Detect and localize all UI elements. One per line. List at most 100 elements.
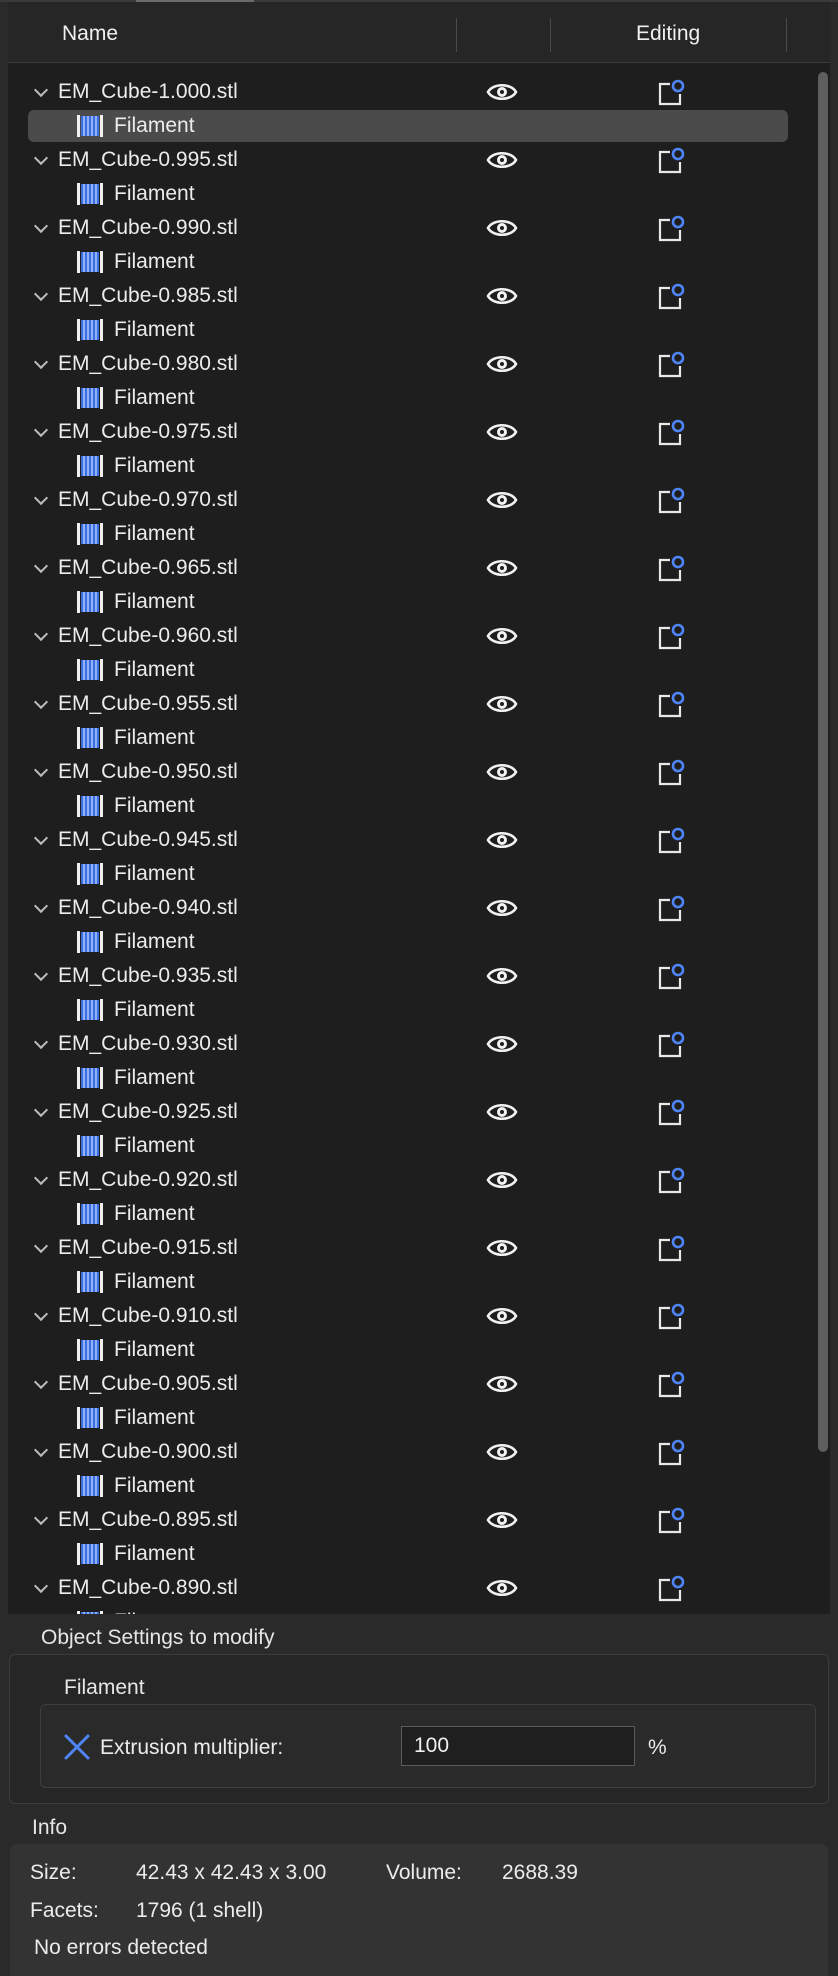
chevron-down-icon[interactable]: [33, 1578, 49, 1594]
object-row[interactable]: EM_Cube-0.910.stl: [8, 1300, 816, 1334]
object-row[interactable]: EM_Cube-0.925.stl: [8, 1096, 816, 1130]
object-row[interactable]: EM_Cube-0.955.stl: [8, 688, 816, 722]
column-editing-header[interactable]: Editing: [636, 22, 700, 46]
eye-icon[interactable]: [486, 761, 518, 783]
object-row[interactable]: EM_Cube-0.985.stl: [8, 280, 816, 314]
column-divider[interactable]: [456, 18, 457, 52]
filament-row[interactable]: Filament: [8, 1266, 816, 1300]
edit-settings-icon[interactable]: [656, 282, 686, 312]
object-row[interactable]: EM_Cube-0.995.stl: [8, 144, 816, 178]
chevron-down-icon[interactable]: [33, 966, 49, 982]
chevron-down-icon[interactable]: [33, 1034, 49, 1050]
eye-icon[interactable]: [486, 285, 518, 307]
eye-icon[interactable]: [486, 625, 518, 647]
chevron-down-icon[interactable]: [33, 558, 49, 574]
chevron-down-icon[interactable]: [33, 422, 49, 438]
eye-icon[interactable]: [486, 81, 518, 103]
filament-row[interactable]: Filament: [8, 858, 816, 892]
eye-icon[interactable]: [486, 897, 518, 919]
chevron-down-icon[interactable]: [33, 898, 49, 914]
chevron-down-icon[interactable]: [33, 490, 49, 506]
filament-row[interactable]: Filament: [8, 1062, 816, 1096]
chevron-down-icon[interactable]: [33, 694, 49, 710]
edit-settings-icon[interactable]: [656, 146, 686, 176]
filament-row[interactable]: Filament: [8, 1402, 816, 1436]
eye-icon[interactable]: [486, 1169, 518, 1191]
edit-settings-icon[interactable]: [656, 1370, 686, 1400]
object-row[interactable]: EM_Cube-0.905.stl: [8, 1368, 816, 1402]
edit-settings-icon[interactable]: [656, 1574, 686, 1604]
object-row[interactable]: EM_Cube-0.900.stl: [8, 1436, 816, 1470]
chevron-down-icon[interactable]: [33, 354, 49, 370]
object-row[interactable]: EM_Cube-0.975.stl: [8, 416, 816, 450]
eye-icon[interactable]: [486, 557, 518, 579]
edit-settings-icon[interactable]: [656, 758, 686, 788]
edit-settings-icon[interactable]: [656, 1030, 686, 1060]
scrollbar-thumb[interactable]: [818, 72, 828, 1452]
chevron-down-icon[interactable]: [33, 1510, 49, 1526]
chevron-down-icon[interactable]: [33, 762, 49, 778]
filament-row[interactable]: Filament: [8, 110, 816, 144]
column-name-header[interactable]: Name: [62, 22, 118, 46]
edit-settings-icon[interactable]: [656, 1438, 686, 1468]
chevron-down-icon[interactable]: [33, 1306, 49, 1322]
chevron-down-icon[interactable]: [33, 82, 49, 98]
object-row[interactable]: EM_Cube-0.920.stl: [8, 1164, 816, 1198]
filament-row[interactable]: Filament: [8, 314, 816, 348]
eye-icon[interactable]: [486, 149, 518, 171]
filament-row[interactable]: Filament: [8, 654, 816, 688]
filament-row[interactable]: Filament: [8, 1606, 816, 1614]
filament-row[interactable]: Filament: [8, 994, 816, 1028]
filament-row[interactable]: Filament: [8, 1198, 816, 1232]
object-row[interactable]: EM_Cube-0.970.stl: [8, 484, 816, 518]
edit-settings-icon[interactable]: [656, 350, 686, 380]
object-row[interactable]: EM_Cube-0.990.stl: [8, 212, 816, 246]
filament-row[interactable]: Filament: [8, 1470, 816, 1504]
eye-icon[interactable]: [486, 829, 518, 851]
object-row[interactable]: EM_Cube-0.960.stl: [8, 620, 816, 654]
edit-settings-icon[interactable]: [656, 78, 686, 108]
column-divider[interactable]: [786, 18, 787, 52]
eye-icon[interactable]: [486, 217, 518, 239]
chevron-down-icon[interactable]: [33, 1238, 49, 1254]
object-row[interactable]: EM_Cube-0.980.stl: [8, 348, 816, 382]
object-row[interactable]: EM_Cube-0.935.stl: [8, 960, 816, 994]
object-row[interactable]: EM_Cube-0.930.stl: [8, 1028, 816, 1062]
filament-row[interactable]: Filament: [8, 450, 816, 484]
object-row[interactable]: EM_Cube-0.940.stl: [8, 892, 816, 926]
object-row[interactable]: EM_Cube-0.895.stl: [8, 1504, 816, 1538]
eye-icon[interactable]: [486, 1577, 518, 1599]
filament-row[interactable]: Filament: [8, 178, 816, 212]
filament-row[interactable]: Filament: [8, 382, 816, 416]
chevron-down-icon[interactable]: [33, 1102, 49, 1118]
eye-icon[interactable]: [486, 1373, 518, 1395]
object-row[interactable]: EM_Cube-0.890.stl: [8, 1572, 816, 1606]
eye-icon[interactable]: [486, 421, 518, 443]
chevron-down-icon[interactable]: [33, 830, 49, 846]
chevron-down-icon[interactable]: [33, 626, 49, 642]
object-row[interactable]: EM_Cube-0.945.stl: [8, 824, 816, 858]
filament-row[interactable]: Filament: [8, 790, 816, 824]
chevron-down-icon[interactable]: [33, 150, 49, 166]
edit-settings-icon[interactable]: [656, 214, 686, 244]
edit-settings-icon[interactable]: [656, 1098, 686, 1128]
eye-icon[interactable]: [486, 489, 518, 511]
edit-settings-icon[interactable]: [656, 554, 686, 584]
filament-row[interactable]: Filament: [8, 722, 816, 756]
edit-settings-icon[interactable]: [656, 1166, 686, 1196]
edit-settings-icon[interactable]: [656, 418, 686, 448]
eye-icon[interactable]: [486, 1033, 518, 1055]
chevron-down-icon[interactable]: [33, 286, 49, 302]
edit-settings-icon[interactable]: [656, 690, 686, 720]
chevron-down-icon[interactable]: [33, 1170, 49, 1186]
extrusion-multiplier-input[interactable]: [401, 1726, 635, 1766]
edit-settings-icon[interactable]: [656, 1302, 686, 1332]
eye-icon[interactable]: [486, 1305, 518, 1327]
chevron-down-icon[interactable]: [33, 1442, 49, 1458]
object-row[interactable]: EM_Cube-0.950.stl: [8, 756, 816, 790]
edit-settings-icon[interactable]: [656, 962, 686, 992]
eye-icon[interactable]: [486, 1237, 518, 1259]
object-row[interactable]: EM_Cube-1.000.stl: [8, 76, 816, 110]
eye-icon[interactable]: [486, 1441, 518, 1463]
edit-settings-icon[interactable]: [656, 826, 686, 856]
